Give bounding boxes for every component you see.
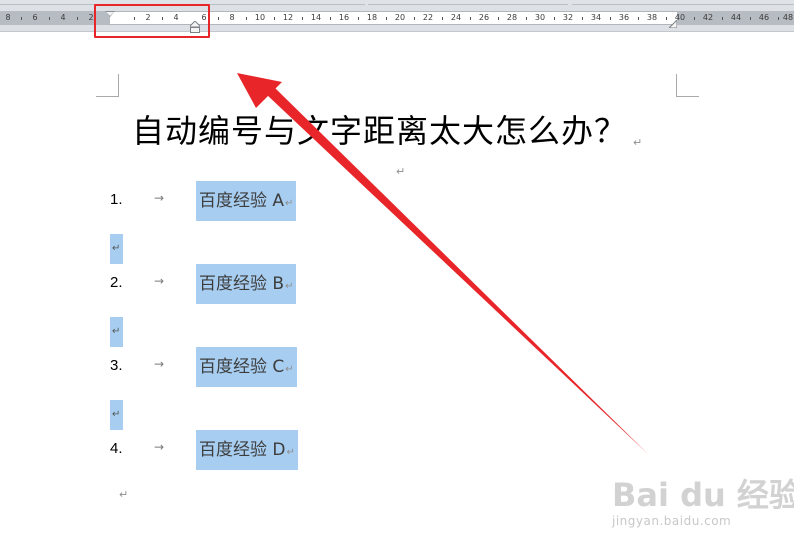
annotation-highlight-box bbox=[94, 4, 210, 38]
ruler-minor-tick bbox=[49, 17, 50, 20]
list-item-label: 百度经验 A bbox=[199, 191, 285, 211]
paragraph-mark-icon: ↵ bbox=[396, 165, 406, 178]
ruler-minor-tick bbox=[21, 17, 22, 20]
ruler-tick-label: 8 bbox=[229, 13, 235, 22]
ruler-tick-label: 26 bbox=[478, 13, 490, 22]
ruler-tick-label: 22 bbox=[422, 13, 434, 22]
ruler-tick-label: 24 bbox=[450, 13, 462, 22]
ruler-minor-tick bbox=[218, 17, 219, 20]
ruler-minor-tick bbox=[274, 17, 275, 20]
paragraph-mark-icon: ↵ bbox=[286, 447, 295, 458]
ruler-minor-tick bbox=[414, 17, 415, 20]
ruler-minor-tick bbox=[330, 17, 331, 20]
ruler-tick-label: 12 bbox=[282, 13, 294, 22]
list-item-text[interactable]: 百度经验 A↵ bbox=[196, 181, 297, 221]
ruler-tick-label: 18 bbox=[366, 13, 378, 22]
list-number: 3. bbox=[110, 357, 123, 374]
right-indent-marker[interactable] bbox=[669, 20, 677, 28]
document-title-text: 自动编号与文字距离太大怎么办？ bbox=[132, 112, 628, 150]
blank-paragraph[interactable]: ↵ bbox=[110, 234, 123, 264]
list-item-text[interactable]: 百度经验 D↵ bbox=[196, 430, 298, 470]
ruler-tick-label: 48 bbox=[782, 13, 794, 22]
list-item-label: 百度经验 D bbox=[199, 440, 286, 460]
page-corner-mark-left bbox=[96, 74, 119, 97]
ruler-minor-tick bbox=[386, 17, 387, 20]
list-item-text[interactable]: 百度经验 B↵ bbox=[196, 264, 297, 304]
ruler-minor-tick bbox=[750, 17, 751, 20]
list-number: 1. bbox=[110, 191, 123, 208]
ruler-minor-tick bbox=[246, 17, 247, 20]
ruler-minor-tick bbox=[582, 17, 583, 20]
ruler-minor-tick bbox=[638, 17, 639, 20]
ruler-tick-label: 34 bbox=[590, 13, 602, 22]
list-item-text[interactable]: 百度经验 C↵ bbox=[196, 347, 297, 387]
ruler-tick-label: 28 bbox=[506, 13, 518, 22]
ruler-minor-tick bbox=[610, 17, 611, 20]
blank-paragraph[interactable]: ↵ bbox=[110, 317, 123, 347]
ruler-minor-tick bbox=[778, 17, 779, 20]
document-title[interactable]: 自动编号与文字距离太大怎么办？ ↵ bbox=[132, 106, 672, 152]
watermark-logo: Bai du 经验 bbox=[612, 476, 794, 514]
ruler-tick-label: 42 bbox=[702, 13, 714, 22]
ruler-minor-tick bbox=[302, 17, 303, 20]
ruler-minor-tick bbox=[77, 17, 78, 20]
paragraph-mark-icon: ↵ bbox=[112, 243, 121, 254]
tab-arrow-icon: → bbox=[154, 191, 165, 205]
ruler-tick-label: 6 bbox=[32, 13, 38, 22]
ruler-tick-label: 38 bbox=[646, 13, 658, 22]
ruler-tick-label: 8 bbox=[5, 13, 11, 22]
ruler-minor-tick bbox=[722, 17, 723, 20]
ruler-tick-label: 44 bbox=[730, 13, 742, 22]
paragraph-mark-icon: ↵ bbox=[112, 326, 121, 337]
annotation-arrow-head bbox=[237, 73, 282, 108]
paragraph-mark-icon: ↵ bbox=[285, 198, 294, 209]
paragraph-mark-icon: ↵ bbox=[119, 488, 129, 501]
ruler-tick-label: 20 bbox=[394, 13, 406, 22]
paragraph-mark-icon: ↵ bbox=[633, 136, 644, 149]
paragraph-mark-icon: ↵ bbox=[112, 409, 121, 420]
list-item-label: 百度经验 B bbox=[199, 274, 285, 294]
ruler-tick-label: 2 bbox=[88, 13, 94, 22]
paragraph-mark-icon: ↵ bbox=[285, 281, 294, 292]
ruler-minor-tick bbox=[694, 17, 695, 20]
ruler-tick-label: 14 bbox=[310, 13, 322, 22]
ruler-tick-label: 32 bbox=[562, 13, 574, 22]
page-corner-mark-right bbox=[676, 74, 699, 97]
ruler-minor-tick bbox=[526, 17, 527, 20]
ruler-minor-tick bbox=[666, 17, 667, 20]
ruler-minor-tick bbox=[358, 17, 359, 20]
ruler-minor-tick bbox=[498, 17, 499, 20]
ruler-tick-label: 10 bbox=[254, 13, 266, 22]
ruler-minor-tick bbox=[470, 17, 471, 20]
ruler-tick-label: 36 bbox=[618, 13, 630, 22]
ruler-tick-label: 16 bbox=[338, 13, 350, 22]
list-item-label: 百度经验 C bbox=[199, 357, 285, 377]
ruler-tick-label: 4 bbox=[60, 13, 66, 22]
tab-arrow-icon: → bbox=[154, 274, 165, 288]
list-number: 4. bbox=[110, 440, 123, 457]
ruler-minor-tick bbox=[442, 17, 443, 20]
ruler-tick-label: 46 bbox=[758, 13, 770, 22]
ruler-minor-tick bbox=[554, 17, 555, 20]
tab-arrow-icon: → bbox=[154, 357, 165, 371]
ruler-tick-label: 30 bbox=[534, 13, 546, 22]
list-number: 2. bbox=[110, 274, 123, 291]
paragraph-mark-icon: ↵ bbox=[285, 364, 294, 375]
tab-arrow-icon: → bbox=[154, 440, 165, 454]
watermark-url: jingyan.baidu.com bbox=[612, 514, 732, 528]
blank-paragraph[interactable]: ↵ bbox=[110, 400, 123, 430]
